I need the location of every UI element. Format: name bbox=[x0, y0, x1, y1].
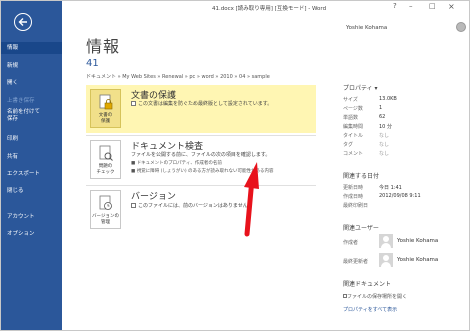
date-label: 最終印刷日 bbox=[343, 203, 369, 209]
property-value: 1 bbox=[379, 105, 383, 111]
show-all-properties-link[interactable]: プロパティをすべて表示 bbox=[343, 306, 397, 313]
property-row: タイトル なし bbox=[343, 132, 468, 141]
versions-icon bbox=[99, 195, 112, 210]
open-file-location-link[interactable]: ファイルの保存場所を開く bbox=[347, 293, 407, 300]
property-label: コメント bbox=[343, 151, 364, 157]
sidebar-item-share[interactable]: 共有 bbox=[1, 151, 62, 163]
property-label: タグ bbox=[343, 142, 354, 148]
property-value: なし bbox=[379, 142, 390, 148]
property-value: なし bbox=[379, 133, 390, 139]
lock-document-icon bbox=[99, 94, 112, 110]
breadcrumb[interactable]: ドキュメント » My Web Sites » Renewal » pc » w… bbox=[86, 73, 270, 80]
date-label: 作成日時 bbox=[343, 194, 364, 200]
date-row: 更新日時 今日 1:41 bbox=[343, 184, 468, 193]
date-value: 2012/09/08 9:11 bbox=[379, 193, 421, 199]
author-avatar bbox=[379, 234, 393, 248]
page-title: 情報 bbox=[86, 37, 121, 56]
inspect-document-section: 問題の チェック ドキュメント検査 ファイルを公開する前に、ファイルの次の項目を… bbox=[86, 135, 316, 183]
document-name: 41 bbox=[86, 58, 99, 69]
property-row: サイズ 13.0KB bbox=[343, 96, 468, 105]
sidebar-item-account[interactable]: アカウント bbox=[1, 211, 62, 223]
close-button[interactable]: × bbox=[448, 3, 455, 11]
property-row: タグ なし bbox=[343, 141, 468, 150]
properties-heading-text: プロパティ bbox=[343, 85, 373, 92]
back-button[interactable] bbox=[14, 13, 32, 31]
date-row: 作成日時 2012/09/08 9:11 bbox=[343, 193, 468, 202]
versions-description: このファイルには、前のバージョンはありません。 bbox=[138, 203, 253, 209]
property-row: 単語数 62 bbox=[343, 114, 468, 123]
property-value: なし bbox=[379, 151, 390, 157]
back-arrow-icon bbox=[18, 18, 27, 26]
protect-document-section: 文書の 保護 文書の保護 この文書は編集を防ぐため最終版として設定されています。 bbox=[86, 85, 316, 133]
modifier-avatar bbox=[379, 253, 393, 267]
check-issues-button[interactable]: 問題の チェック bbox=[90, 140, 121, 179]
title-bar: 41.docx [読み取り専用] [互換モード] - Word ? – □ × bbox=[62, 1, 469, 15]
versions-section: バージョンの 管理 バージョン このファイルには、前のバージョンはありません。 bbox=[86, 185, 316, 233]
author-name[interactable]: Yoshie Kohama bbox=[397, 238, 438, 244]
restore-button[interactable]: □ bbox=[429, 3, 436, 10]
sidebar-item-info[interactable]: 情報 bbox=[1, 42, 62, 54]
sidebar-item-close[interactable]: 閉じる bbox=[1, 185, 62, 197]
check-issues-tile-label: 問題の チェック bbox=[96, 164, 115, 175]
account-name[interactable]: Yoshie Kohama bbox=[346, 25, 387, 31]
property-value: 62 bbox=[379, 114, 386, 120]
property-label: サイズ bbox=[343, 97, 358, 103]
related-docs-heading: 関連ドキュメント bbox=[343, 281, 392, 288]
property-row: ページ数 1 bbox=[343, 105, 468, 114]
inspect-bullet-text: 視覚に障碍 (しょうがい) のある方が読み取れない可能性がある内容 bbox=[136, 169, 274, 174]
properties-heading[interactable]: プロパティ ▾ bbox=[343, 83, 378, 92]
inspect-bullet: ■ 視覚に障碍 (しょうがい) のある方が読み取れない可能性がある内容 bbox=[131, 169, 274, 174]
protect-document-button[interactable]: 文書の 保護 bbox=[90, 89, 121, 128]
dates-heading: 関連する日付 bbox=[343, 173, 380, 180]
property-label: 編集時間 bbox=[343, 124, 364, 130]
inspect-bullet-text: ドキュメントのプロパティ、作成者の名前 bbox=[136, 161, 222, 166]
sidebar-item-print[interactable]: 印刷 bbox=[1, 133, 62, 145]
property-value: 13.0KB bbox=[379, 96, 397, 102]
window-title: 41.docx [読み取り専用] [互換モード] - Word bbox=[212, 6, 327, 12]
property-label: ページ数 bbox=[343, 106, 363, 112]
author-label: 作成者 bbox=[343, 240, 359, 246]
property-value: 10 分 bbox=[379, 124, 392, 130]
sidebar-item-export[interactable]: エクスポート bbox=[1, 168, 62, 180]
protect-description: この文書は編集を防ぐため最終版として設定されています。 bbox=[138, 101, 273, 107]
author-row: 作成者 Yoshie Kohama bbox=[343, 234, 468, 250]
versions-title: バージョン bbox=[131, 192, 176, 202]
sidebar-item-save-as[interactable]: 名前を付けて 保存 bbox=[1, 109, 62, 123]
sidebar-item-options[interactable]: オプション bbox=[1, 228, 62, 240]
inspect-bullet: ■ ドキュメントのプロパティ、作成者の名前 bbox=[131, 161, 222, 166]
modifier-name[interactable]: Yoshie Kohama bbox=[397, 257, 438, 263]
property-row: コメント なし bbox=[343, 150, 468, 159]
modifier-row: 最終更新者 Yoshie Kohama bbox=[343, 253, 468, 269]
inspect-description: ファイルを公開する前に、ファイルの次の項目を確認します。 bbox=[131, 152, 271, 158]
sidebar-item-open[interactable]: 開く bbox=[1, 77, 62, 89]
sidebar-item-new[interactable]: 新規 bbox=[1, 60, 62, 72]
info-icon bbox=[131, 101, 136, 106]
modifier-label: 最終更新者 bbox=[343, 259, 369, 265]
date-value: 今日 1:41 bbox=[379, 185, 402, 191]
date-row: 最終印刷日 bbox=[343, 202, 468, 211]
date-label: 更新日時 bbox=[343, 185, 364, 191]
manage-versions-tile-label: バージョンの 管理 bbox=[92, 214, 119, 225]
property-label: タイトル bbox=[343, 133, 364, 139]
property-row: 編集時間 10 分 bbox=[343, 123, 468, 132]
property-label: 単語数 bbox=[343, 115, 359, 121]
manage-versions-button[interactable]: バージョンの 管理 bbox=[90, 190, 121, 229]
inspect-document-icon bbox=[99, 145, 113, 161]
protect-tile-label: 文書の 保護 bbox=[98, 113, 113, 124]
backstage-sidebar: 情報 新規 開く 上書き保存 名前を付けて 保存 印刷 共有 エクスポート 閉じ… bbox=[1, 1, 62, 330]
people-heading: 関連ユーザー bbox=[343, 225, 379, 232]
help-button[interactable]: ? bbox=[393, 3, 397, 10]
document-icon bbox=[131, 203, 136, 208]
sidebar-item-save: 上書き保存 bbox=[7, 98, 35, 104]
word-backstage-window: 情報 新規 開く 上書き保存 名前を付けて 保存 印刷 共有 エクスポート 閉じ… bbox=[0, 0, 470, 331]
minimize-button[interactable]: – bbox=[409, 3, 413, 10]
avatar[interactable] bbox=[456, 22, 466, 32]
